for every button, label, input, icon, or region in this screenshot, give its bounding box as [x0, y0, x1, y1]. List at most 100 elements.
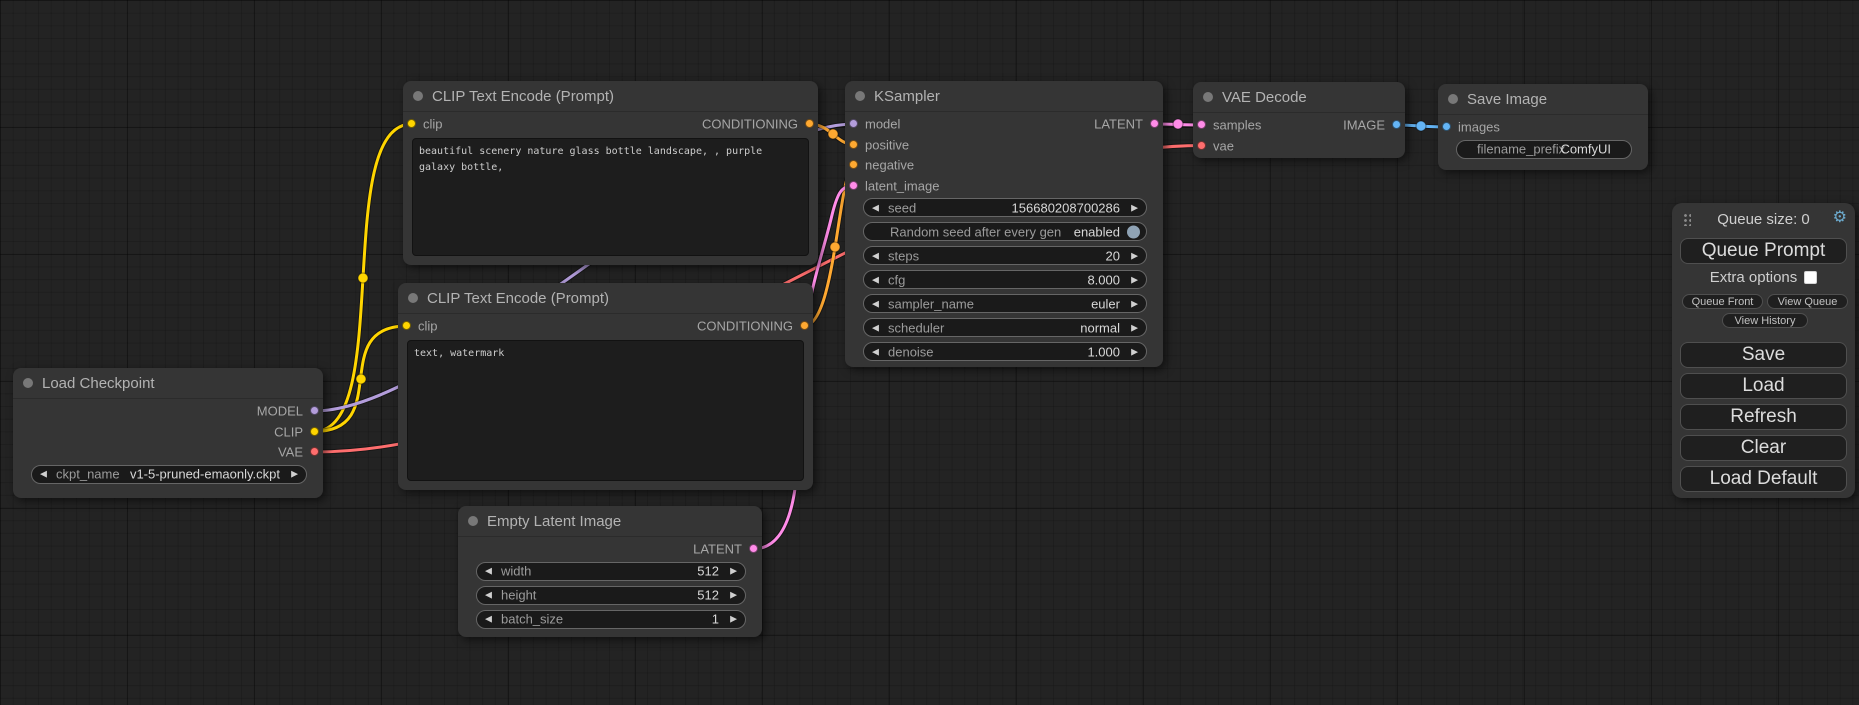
view-queue-button[interactable]: View Queue [1767, 294, 1848, 309]
collapse-dot-icon[interactable] [413, 91, 423, 101]
decrement-arrow-icon[interactable]: ◀ [40, 470, 47, 479]
node-header[interactable]: CLIP Text Encode (Prompt) [398, 283, 813, 314]
decrement-arrow-icon[interactable]: ◀ [872, 251, 879, 260]
queue-prompt-button[interactable]: Queue Prompt [1680, 238, 1847, 264]
slot-row: samplesIMAGE [1193, 115, 1405, 135]
widget-label: cfg [888, 272, 905, 287]
load-checkpoint-output-MODEL-port[interactable] [310, 406, 319, 415]
input-label: negative [865, 158, 914, 173]
node-header[interactable]: KSampler [845, 81, 1163, 112]
output-label: MODEL [257, 404, 303, 419]
clip-text-encode-negative-input-clip-port[interactable] [402, 321, 411, 330]
decrement-arrow-icon[interactable]: ◀ [485, 567, 492, 576]
increment-arrow-icon[interactable]: ▶ [291, 470, 298, 479]
widget-value: enabled [1074, 224, 1120, 239]
increment-arrow-icon[interactable]: ▶ [730, 615, 737, 624]
increment-arrow-icon[interactable]: ▶ [1131, 299, 1138, 308]
collapse-dot-icon[interactable] [1203, 92, 1213, 102]
node-clip-text-encode-positive[interactable]: CLIP Text Encode (Prompt)clipCONDITIONIN… [403, 81, 818, 265]
collapse-dot-icon[interactable] [23, 378, 33, 388]
input-label: clip [418, 319, 438, 334]
collapse-dot-icon[interactable] [468, 516, 478, 526]
save-image-input-images-port[interactable] [1442, 122, 1451, 131]
increment-arrow-icon[interactable]: ▶ [1131, 251, 1138, 260]
node-clip-text-encode-negative[interactable]: CLIP Text Encode (Prompt)clipCONDITIONIN… [398, 283, 813, 490]
queue-front-button[interactable]: Queue Front [1682, 294, 1763, 309]
node-save-image[interactable]: Save Imageimagesfilename_prefix ComfyUI [1438, 84, 1648, 170]
node-empty-latent-image[interactable]: Empty Latent ImageLATENT◀width 512▶◀heig… [458, 506, 762, 637]
vae-decode-input-vae-port[interactable] [1197, 141, 1206, 150]
widget-label: steps [888, 248, 919, 263]
increment-arrow-icon[interactable]: ▶ [730, 567, 737, 576]
widget-label: height [501, 588, 536, 603]
increment-arrow-icon[interactable]: ▶ [730, 591, 737, 600]
node-title: Load Checkpoint [42, 375, 155, 392]
slot-row: MODEL [13, 401, 323, 421]
decrement-arrow-icon[interactable]: ◀ [872, 299, 879, 308]
decrement-arrow-icon[interactable]: ◀ [872, 347, 879, 356]
toggle-circle-icon[interactable] [1127, 225, 1140, 238]
refresh-button[interactable]: Refresh [1680, 404, 1847, 430]
node-load-checkpoint[interactable]: Load CheckpointMODELCLIPVAE◀ckpt_name v1… [13, 368, 323, 498]
load-button[interactable]: Load [1680, 373, 1847, 399]
node-header[interactable]: VAE Decode [1193, 82, 1405, 113]
ksampler-widget-steps[interactable]: ◀steps 20▶ [863, 246, 1147, 265]
node-header[interactable]: Load Checkpoint [13, 368, 323, 399]
empty-latent-image-widget-batch_size[interactable]: ◀batch_size 1▶ [476, 610, 746, 629]
clip-text-encode-positive-input-clip-port[interactable] [407, 119, 416, 128]
empty-latent-image-output-LATENT-port[interactable] [749, 544, 758, 553]
widget-value: euler [1091, 296, 1120, 311]
clear-button[interactable]: Clear [1680, 435, 1847, 461]
decrement-arrow-icon[interactable]: ◀ [485, 591, 492, 600]
ksampler-input-model-port[interactable] [849, 119, 858, 128]
ksampler-widget-seed[interactable]: ◀seed 156680208700286▶ [863, 198, 1147, 217]
node-ksampler[interactable]: KSamplermodelLATENTpositivenegativelaten… [845, 81, 1163, 367]
ksampler-input-positive-port[interactable] [849, 140, 858, 149]
collapse-dot-icon[interactable] [408, 293, 418, 303]
widget-label: sampler_name [888, 296, 974, 311]
increment-arrow-icon[interactable]: ▶ [1131, 203, 1138, 212]
empty-latent-image-widget-width[interactable]: ◀width 512▶ [476, 562, 746, 581]
extra-options-checkbox[interactable] [1804, 271, 1817, 284]
save-button[interactable]: Save [1680, 342, 1847, 368]
node-header[interactable]: Save Image [1438, 84, 1648, 115]
load-default-button[interactable]: Load Default [1680, 466, 1847, 492]
node-header[interactable]: Empty Latent Image [458, 506, 762, 537]
view-history-button[interactable]: View History [1722, 313, 1808, 328]
node-header[interactable]: CLIP Text Encode (Prompt) [403, 81, 818, 112]
decrement-arrow-icon[interactable]: ◀ [872, 275, 879, 284]
vae-decode-input-samples-port[interactable] [1197, 120, 1206, 129]
widget-value: normal [1080, 320, 1120, 335]
ksampler-widget-cfg[interactable]: ◀cfg 8.000▶ [863, 270, 1147, 289]
increment-arrow-icon[interactable]: ▶ [1131, 347, 1138, 356]
ksampler-widget-sampler_name[interactable]: ◀ sampler_name euler ▶ [863, 294, 1147, 313]
node-vae-decode[interactable]: VAE DecodesamplesIMAGEvae [1193, 82, 1405, 158]
slot-row: positive [845, 135, 1163, 155]
load-checkpoint-output-CLIP-port[interactable] [310, 427, 319, 436]
collapse-dot-icon[interactable] [855, 91, 865, 101]
slot-row: negative [845, 155, 1163, 175]
ksampler-widget-scheduler[interactable]: ◀scheduler normal▶ [863, 318, 1147, 337]
clip-text-encode-negative-prompt-textarea[interactable] [407, 340, 804, 481]
increment-arrow-icon[interactable]: ▶ [1131, 275, 1138, 284]
decrement-arrow-icon[interactable]: ◀ [872, 323, 879, 332]
clip-text-encode-positive-output-CONDITIONING-port[interactable] [805, 119, 814, 128]
ksampler-output-LATENT-port[interactable] [1150, 119, 1159, 128]
empty-latent-image-widget-height[interactable]: ◀height 512▶ [476, 586, 746, 605]
ksampler-input-negative-port[interactable] [849, 160, 858, 169]
ksampler-widget-denoise[interactable]: ◀denoise 1.000▶ [863, 342, 1147, 361]
gear-icon[interactable]: ⚙ [1833, 209, 1847, 227]
clip-text-encode-negative-output-CONDITIONING-port[interactable] [800, 321, 809, 330]
save-image-widget-filename_prefix[interactable]: filename_prefix ComfyUI [1456, 140, 1632, 159]
ksampler-input-latent_image-port[interactable] [849, 181, 858, 190]
node-graph-canvas[interactable]: Load CheckpointMODELCLIPVAE◀ckpt_name v1… [0, 0, 1859, 705]
ksampler-widget-random-seed-after-every-gen[interactable]: Random seed after every gen enabled [863, 222, 1147, 241]
decrement-arrow-icon[interactable]: ◀ [485, 615, 492, 624]
increment-arrow-icon[interactable]: ▶ [1131, 323, 1138, 332]
clip-text-encode-positive-prompt-textarea[interactable] [412, 138, 809, 256]
vae-decode-output-IMAGE-port[interactable] [1392, 120, 1401, 129]
collapse-dot-icon[interactable] [1448, 94, 1458, 104]
load-checkpoint-output-VAE-port[interactable] [310, 447, 319, 456]
load-checkpoint-widget-ckpt_name[interactable]: ◀ckpt_name v1-5-pruned-emaonly.ckpt▶ [31, 465, 307, 484]
decrement-arrow-icon[interactable]: ◀ [872, 203, 879, 212]
